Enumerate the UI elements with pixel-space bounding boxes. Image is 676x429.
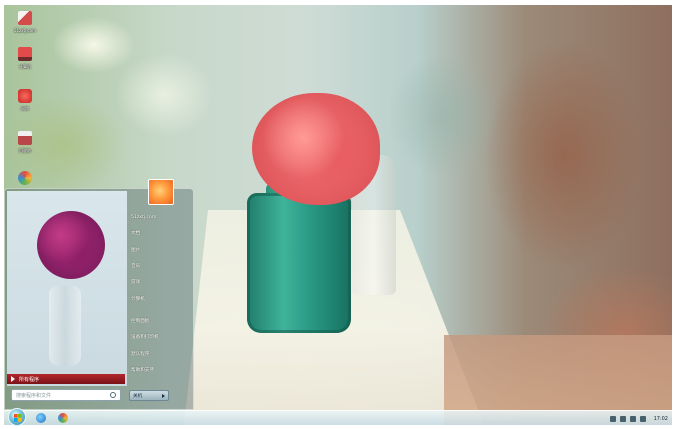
media-player-icon[interactable] xyxy=(58,413,68,423)
start-item-documents[interactable]: 文档 xyxy=(129,225,193,241)
all-programs-button[interactable]: 所有程序 xyxy=(7,374,125,384)
start-search-input[interactable]: 搜索程序和文件 xyxy=(11,389,121,401)
start-item-site[interactable]: 51zxtj.com xyxy=(129,209,193,225)
wallpaper-green-jar xyxy=(247,193,351,333)
network-tray-icon[interactable] xyxy=(619,415,626,422)
internet-explorer-icon[interactable] xyxy=(36,413,46,423)
start-item-default-programs[interactable]: 默认程序 xyxy=(129,345,193,361)
user-picture[interactable] xyxy=(148,179,174,205)
desktop-icon-label: 网络 xyxy=(21,106,29,111)
search-placeholder: 搜索程序和文件 xyxy=(16,392,52,399)
volume-icon[interactable] xyxy=(629,415,636,422)
start-item-computer[interactable]: 计算机 xyxy=(129,290,193,306)
start-menu: 所有程序 搜索程序和文件 51zxtj.com 文档 图片 音乐 游戏 计算机 … xyxy=(4,179,194,410)
desktop-icon-network[interactable]: 网络 xyxy=(10,89,40,123)
start-button[interactable] xyxy=(8,408,26,426)
start-item-help-support[interactable]: 帮助和支持 xyxy=(129,362,193,378)
language-icon[interactable] xyxy=(609,415,616,422)
start-item-music[interactable]: 音乐 xyxy=(129,258,193,274)
computer-icon xyxy=(18,47,32,61)
start-item-devices-printers[interactable]: 设备和打印机 xyxy=(129,329,193,345)
arrow-right-icon xyxy=(11,376,15,382)
start-menu-programs-pane xyxy=(7,191,127,386)
start-item-control-panel[interactable]: 控制面板 xyxy=(129,313,193,329)
desktop-icon-computer[interactable]: 计算机 xyxy=(10,47,40,81)
windows-logo-icon xyxy=(14,414,22,422)
recycle-bin-icon xyxy=(18,131,32,145)
desktop-icon-site[interactable]: 51zxtj.com xyxy=(10,11,40,45)
desktop-icon-label: 回收站 xyxy=(19,148,31,153)
desktop-icon-label: 51zxtj.com xyxy=(13,28,37,33)
desktop-icon-label: 计算机 xyxy=(19,64,31,69)
clock[interactable]: 17:02 xyxy=(654,416,668,422)
book-icon xyxy=(18,11,32,25)
desktop-icon-recycle-bin[interactable]: 回收站 xyxy=(10,131,40,165)
shutdown-options-icon[interactable] xyxy=(162,393,165,398)
all-programs-label: 所有程序 xyxy=(19,376,40,383)
start-menu-places: 51zxtj.com 文档 图片 音乐 游戏 计算机 控制面板 设备和打印机 默… xyxy=(129,209,193,389)
start-menu-flower-image xyxy=(37,211,105,279)
shutdown-label: 关机 xyxy=(133,393,143,399)
system-tray: 17:02 xyxy=(609,412,668,425)
shutdown-button[interactable]: 关机 xyxy=(129,390,169,401)
start-item-pictures[interactable]: 图片 xyxy=(129,242,193,258)
flag-icon[interactable] xyxy=(639,415,646,422)
start-menu-vase-image xyxy=(49,286,81,366)
search-icon xyxy=(110,392,116,398)
taskbar: 17:02 xyxy=(4,408,672,426)
network-icon xyxy=(18,89,32,103)
media-player-icon xyxy=(18,171,32,185)
wallpaper-carnation xyxy=(252,93,380,205)
start-item-games[interactable]: 游戏 xyxy=(129,274,193,290)
